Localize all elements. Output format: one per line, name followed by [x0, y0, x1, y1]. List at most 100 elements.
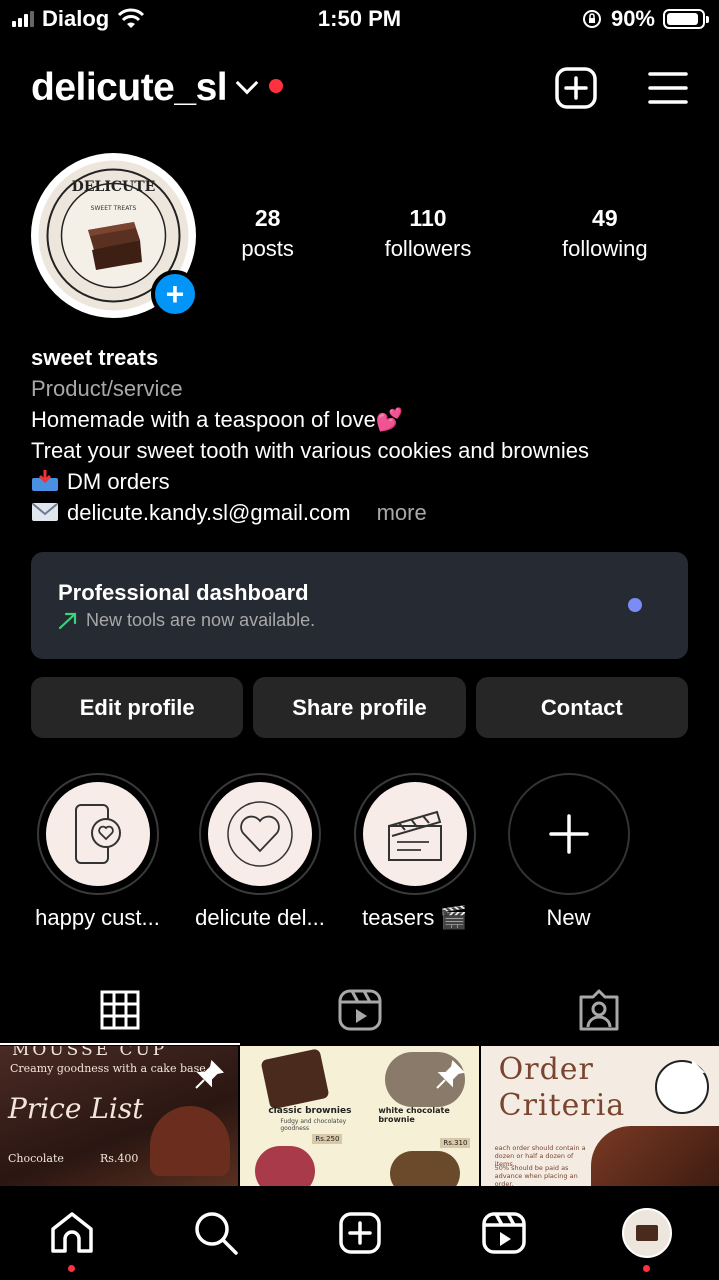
- avatar-brand: DELICUTE: [72, 179, 156, 195]
- nav-create[interactable]: [335, 1208, 385, 1258]
- bio-line1-text: Homemade with a teaspoon of love: [31, 407, 376, 432]
- profile-avatar[interactable]: DELICUTE SWEET TREATS +: [31, 153, 199, 318]
- highlight-delicute[interactable]: delicute del...: [185, 773, 335, 931]
- post3-note2: 50% should be paid as advance when placi…: [494, 1164, 578, 1186]
- contact-button[interactable]: Contact: [475, 677, 688, 738]
- highlight-cover: [45, 782, 150, 886]
- tab-tagged[interactable]: [479, 975, 719, 1045]
- post1-price-list: Price List: [8, 1092, 144, 1125]
- category-label: Product/service: [31, 376, 183, 401]
- nav-home[interactable]: [47, 1208, 97, 1272]
- create-post-icon[interactable]: [554, 66, 598, 110]
- red-brownie-image: [255, 1146, 316, 1186]
- dm-orders-text: DM orders: [67, 469, 170, 494]
- avatar-sub: SWEET TREATS: [91, 205, 137, 212]
- highlight-cover: [208, 782, 312, 886]
- add-story-button[interactable]: +: [151, 270, 199, 318]
- edit-profile-button[interactable]: Edit profile: [31, 677, 244, 738]
- cake-image: [590, 1126, 719, 1186]
- highlight-ring: [199, 773, 321, 895]
- profile-actions: Edit profile Share profile Contact: [31, 677, 688, 738]
- tagged-icon: [579, 989, 619, 1031]
- highlight-teasers[interactable]: teasers 🎬: [345, 773, 485, 931]
- post-thumbnail[interactable]: Order Criteria each order should contain…: [480, 1046, 719, 1186]
- new-highlight-button[interactable]: New: [501, 773, 636, 931]
- highlight-label: teasers 🎬: [362, 905, 468, 930]
- highlight-happy-customers[interactable]: happy cust...: [30, 773, 165, 931]
- highlight-label: New: [546, 905, 591, 930]
- following-stat[interactable]: 49 following: [562, 205, 648, 262]
- clapperboard-icon: [388, 810, 442, 861]
- avatar-brownie: [636, 1225, 658, 1241]
- profile-notification-dot: [643, 1265, 650, 1272]
- bottom-navigation: [0, 1186, 719, 1280]
- status-bar: Dialog 1:50 PM 90%: [0, 0, 719, 40]
- post3-title1: Order: [498, 1052, 594, 1087]
- pin-icon: [435, 1060, 465, 1089]
- header-actions: [554, 66, 688, 110]
- plus-icon: [548, 814, 589, 854]
- nav-reels[interactable]: [479, 1208, 529, 1258]
- following-count: 49: [592, 205, 618, 231]
- notification-dot: [269, 79, 284, 93]
- share-profile-button[interactable]: Share profile: [253, 677, 466, 738]
- highlight-label: delicute del...: [195, 905, 325, 930]
- bio-line: DM orders: [31, 466, 699, 497]
- post3-title2: Criteria: [498, 1088, 626, 1123]
- highlight-ring: [36, 773, 159, 895]
- professional-dashboard[interactable]: Professional dashboard New tools are now…: [31, 552, 688, 659]
- posts-label: posts: [241, 236, 294, 261]
- bio-line: delicute.kandy.sl@gmail.com more: [31, 497, 699, 528]
- cupcake-image: [150, 1106, 230, 1176]
- blondie-image: [390, 1151, 461, 1186]
- chevron-down-icon[interactable]: [235, 71, 259, 95]
- story-highlights: happy cust... delicute del... teasers 🎬 …: [20, 773, 719, 938]
- dashboard-subtitle: New tools are now available.: [86, 610, 316, 630]
- email-link[interactable]: delicute.kandy.sl@gmail.com: [67, 500, 351, 525]
- bio-line: Homemade with a teaspoon of love💕: [31, 404, 699, 435]
- profile-avatar-small: [622, 1208, 672, 1258]
- grid-icon: [100, 990, 140, 1030]
- nav-search[interactable]: [191, 1208, 241, 1258]
- inbox-tray-icon: [32, 470, 58, 491]
- bio-line2: Treat your sweet tooth with various cook…: [31, 438, 590, 463]
- posts-count: 28: [254, 205, 281, 231]
- profile-header: delicute_sl: [31, 58, 688, 118]
- nav-profile[interactable]: [622, 1208, 672, 1272]
- posts-stat[interactable]: 28 posts: [241, 205, 294, 262]
- followers-count: 110: [409, 205, 447, 231]
- trending-arrow-icon: [58, 612, 77, 629]
- reels-icon: [338, 989, 382, 1031]
- post2-left: classic brownies: [268, 1106, 352, 1116]
- dashboard-subtitle-row: New tools are now available.: [58, 610, 661, 631]
- pin-icon: [195, 1060, 225, 1089]
- highlight-ring: [507, 773, 630, 895]
- post-thumbnail[interactable]: classic brownies Fudgy and chocolatey go…: [240, 1046, 479, 1186]
- status-right: 90%: [581, 6, 709, 32]
- email-icon: [32, 503, 58, 521]
- more-link[interactable]: more: [377, 500, 427, 525]
- pin-icon: [676, 1060, 705, 1089]
- battery-percent: 90%: [610, 6, 655, 31]
- search-icon: [195, 1212, 238, 1255]
- username-title[interactable]: delicute_sl: [31, 66, 228, 110]
- post1-sub: Creamy goodness with a cake base: [10, 1062, 206, 1075]
- create-icon: [339, 1212, 381, 1254]
- home-notification-dot: [68, 1265, 75, 1272]
- post2-right: white chocolate brownie: [378, 1106, 450, 1124]
- followers-stat[interactable]: 110 followers: [385, 205, 472, 262]
- menu-icon[interactable]: [648, 71, 688, 105]
- post2-price1: Rs.250: [312, 1134, 343, 1144]
- post1-item: Chocolate: [8, 1152, 64, 1165]
- orientation-lock-icon: [582, 10, 601, 28]
- tab-grid[interactable]: [0, 975, 240, 1045]
- content-tabs: [0, 975, 719, 1045]
- battery-icon: [663, 9, 709, 29]
- home-icon: [51, 1212, 93, 1253]
- profile-bio: sweet treats Product/service Homemade wi…: [31, 342, 699, 528]
- posts-grid: MOUSSE CUP Creamy goodness with a cake b…: [0, 1046, 719, 1186]
- profile-stats: 28 posts 110 followers 49 following: [196, 205, 693, 262]
- post-thumbnail[interactable]: MOUSSE CUP Creamy goodness with a cake b…: [0, 1046, 239, 1186]
- dashboard-title: Professional dashboard: [58, 580, 309, 605]
- tab-reels[interactable]: [240, 975, 480, 1045]
